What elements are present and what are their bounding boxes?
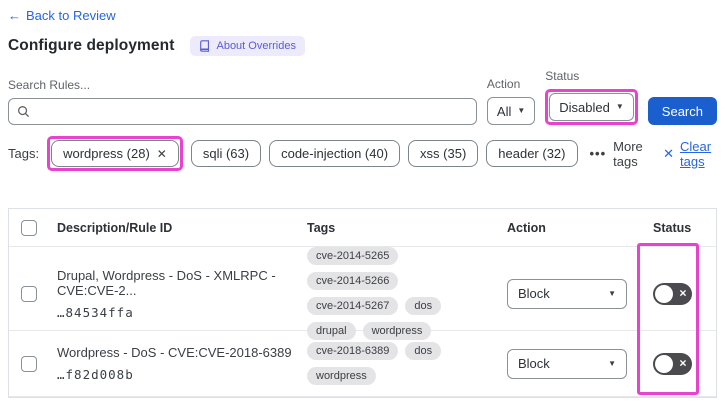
status-toggle[interactable]: ✕ xyxy=(653,282,692,305)
about-overrides-badge[interactable]: About Overrides xyxy=(190,36,305,56)
chevron-down-icon: ▼ xyxy=(615,102,624,111)
search-icon xyxy=(18,106,30,118)
status-filter-dropdown[interactable]: Disabled ▼ xyxy=(549,93,634,121)
action-filter-value: All xyxy=(496,103,512,119)
col-description-header: Description/Rule ID xyxy=(57,220,173,235)
filter-tag-label: xss (35) xyxy=(420,146,467,161)
filter-tag-pill[interactable]: header (32) xyxy=(486,140,578,167)
filter-row: Search Rules... Action All ▼ Status Disa… xyxy=(8,69,717,125)
back-link-label: Back to Review xyxy=(26,8,116,23)
col-status-header: Status xyxy=(653,220,692,235)
remove-tag-icon[interactable]: ✕ xyxy=(157,147,167,161)
back-arrow-icon: ← xyxy=(8,8,21,23)
rule-tag-chip: cve-2014-5266 xyxy=(307,272,399,290)
rule-description: Wordpress - DoS - CVE:CVE-2018-6389 xyxy=(57,345,292,360)
action-select[interactable]: Block ▼ xyxy=(507,348,627,379)
chevron-down-icon: ▼ xyxy=(517,106,526,115)
rule-tag-chip: cve-2014-5265 xyxy=(307,247,399,265)
filter-tag-pill[interactable]: wordpress (28) ✕ xyxy=(51,140,179,167)
filter-tag-label: header (32) xyxy=(498,146,566,161)
status-filter-highlight: Disabled ▼ xyxy=(545,89,638,125)
filter-tag-pill[interactable]: xss (35) xyxy=(408,140,479,167)
rule-tag-chip: dos xyxy=(405,342,442,360)
rule-description-cell: Drupal, Wordpress - DoS - XMLRPC - CVE:C… xyxy=(49,268,307,320)
filter-tag-label: wordpress (28) xyxy=(63,146,150,161)
toggle-knob xyxy=(655,284,673,303)
rule-tag-chip: wordpress xyxy=(307,367,376,385)
row-checkbox-cell xyxy=(9,355,49,372)
rule-tag-chip: drupal xyxy=(307,322,356,340)
ellipsis-icon: ••• xyxy=(589,146,607,161)
close-icon: ✕ xyxy=(663,145,675,161)
row-checkbox[interactable] xyxy=(21,285,37,302)
selected-tag-highlight: wordpress (28) ✕ xyxy=(47,136,183,171)
header-checkbox-cell xyxy=(9,219,49,236)
rule-tags-cell: cve-2014-5265 cve-2014-5266 cve-2014-5267 d… xyxy=(307,247,507,340)
clear-tags-link[interactable]: ✕ Clear tags xyxy=(663,139,717,169)
book-icon xyxy=(200,40,210,52)
rules-table: Description/Rule ID Tags Action Status D… xyxy=(8,208,717,398)
search-button[interactable]: Search xyxy=(647,97,717,125)
action-select[interactable]: Block ▼ xyxy=(507,278,627,309)
status-filter-label: Status xyxy=(545,69,580,83)
search-input[interactable] xyxy=(8,98,477,125)
col-tags-header: Tags xyxy=(307,220,336,235)
toggle-knob xyxy=(655,354,673,373)
search-group: Search Rules... xyxy=(8,78,477,125)
rule-tag-chip: cve-2018-6389 xyxy=(307,342,399,360)
rule-tag-chip: dos xyxy=(405,297,442,315)
tags-bar: Tags: wordpress (28) ✕ sqli (63) code-injec… xyxy=(8,136,717,171)
page-title: Configure deployment xyxy=(8,37,175,54)
clear-tags-label: Clear tags xyxy=(680,138,712,169)
filter-tag-pill[interactable]: code-injection (40) xyxy=(269,140,401,167)
chevron-down-icon: ▼ xyxy=(608,359,616,368)
table-row: Wordpress - DoS - CVE:CVE-2018-6389 …f82… xyxy=(9,331,716,397)
select-all-checkbox[interactable] xyxy=(21,219,37,236)
configure-deployment-page: ← Back to Review Configure deployment Ab… xyxy=(0,0,725,398)
rule-action-cell: Block ▼ xyxy=(507,348,637,379)
filter-tag-label: code-injection (40) xyxy=(281,146,389,161)
rule-id: …84534ffa xyxy=(57,304,134,320)
rule-description: Drupal, Wordpress - DoS - XMLRPC - CVE:C… xyxy=(57,267,276,298)
tag-pill-list: wordpress (28) ✕ sqli (63) code-injection (… xyxy=(47,136,578,171)
table-header-row: Description/Rule ID Tags Action Status xyxy=(9,209,716,247)
action-filter-label: Action xyxy=(486,77,521,91)
rule-description-cell: Wordpress - DoS - CVE:CVE-2018-6389 …f82… xyxy=(49,345,307,382)
toggle-off-x-icon: ✕ xyxy=(679,288,687,299)
rule-status-cell: ✕ xyxy=(637,282,716,305)
rule-id: …f82d008b xyxy=(57,367,134,382)
toggle-off-x-icon: ✕ xyxy=(679,358,687,369)
back-to-review-link[interactable]: ← Back to Review xyxy=(8,8,116,23)
status-filter-value: Disabled xyxy=(559,99,610,115)
action-filter-dropdown[interactable]: All ▼ xyxy=(486,97,536,125)
action-select-value: Block xyxy=(518,356,550,371)
filter-tag-pill[interactable]: sqli (63) xyxy=(190,140,262,167)
search-rules-label: Search Rules... xyxy=(8,78,91,92)
rule-status-cell: ✕ xyxy=(637,352,716,375)
tags-bar-label: Tags: xyxy=(8,146,40,161)
col-action-header: Action xyxy=(507,220,546,235)
status-toggle[interactable]: ✕ xyxy=(653,352,692,375)
action-filter-group: Action All ▼ xyxy=(486,77,536,125)
row-checkbox-cell xyxy=(9,285,49,302)
more-tags-label: More tags xyxy=(613,138,643,169)
rule-action-cell: Block ▼ xyxy=(507,278,637,309)
title-row: Configure deployment About Overrides xyxy=(8,36,717,56)
about-overrides-label: About Overrides xyxy=(216,40,296,52)
table-row: Drupal, Wordpress - DoS - XMLRPC - CVE:C… xyxy=(9,247,716,340)
rule-tag-chip: cve-2014-5267 xyxy=(307,297,399,315)
action-select-value: Block xyxy=(518,286,550,301)
status-filter-group: Status Disabled ▼ xyxy=(545,69,638,125)
filter-tag-label: sqli (63) xyxy=(202,146,250,161)
chevron-down-icon: ▼ xyxy=(608,289,616,298)
more-tags-button[interactable]: ••• More tags xyxy=(590,139,648,169)
rule-tag-chip: wordpress xyxy=(362,322,432,340)
rule-tags-cell: cve-2018-6389 dos wordpress xyxy=(307,342,507,385)
row-checkbox[interactable] xyxy=(21,355,37,372)
